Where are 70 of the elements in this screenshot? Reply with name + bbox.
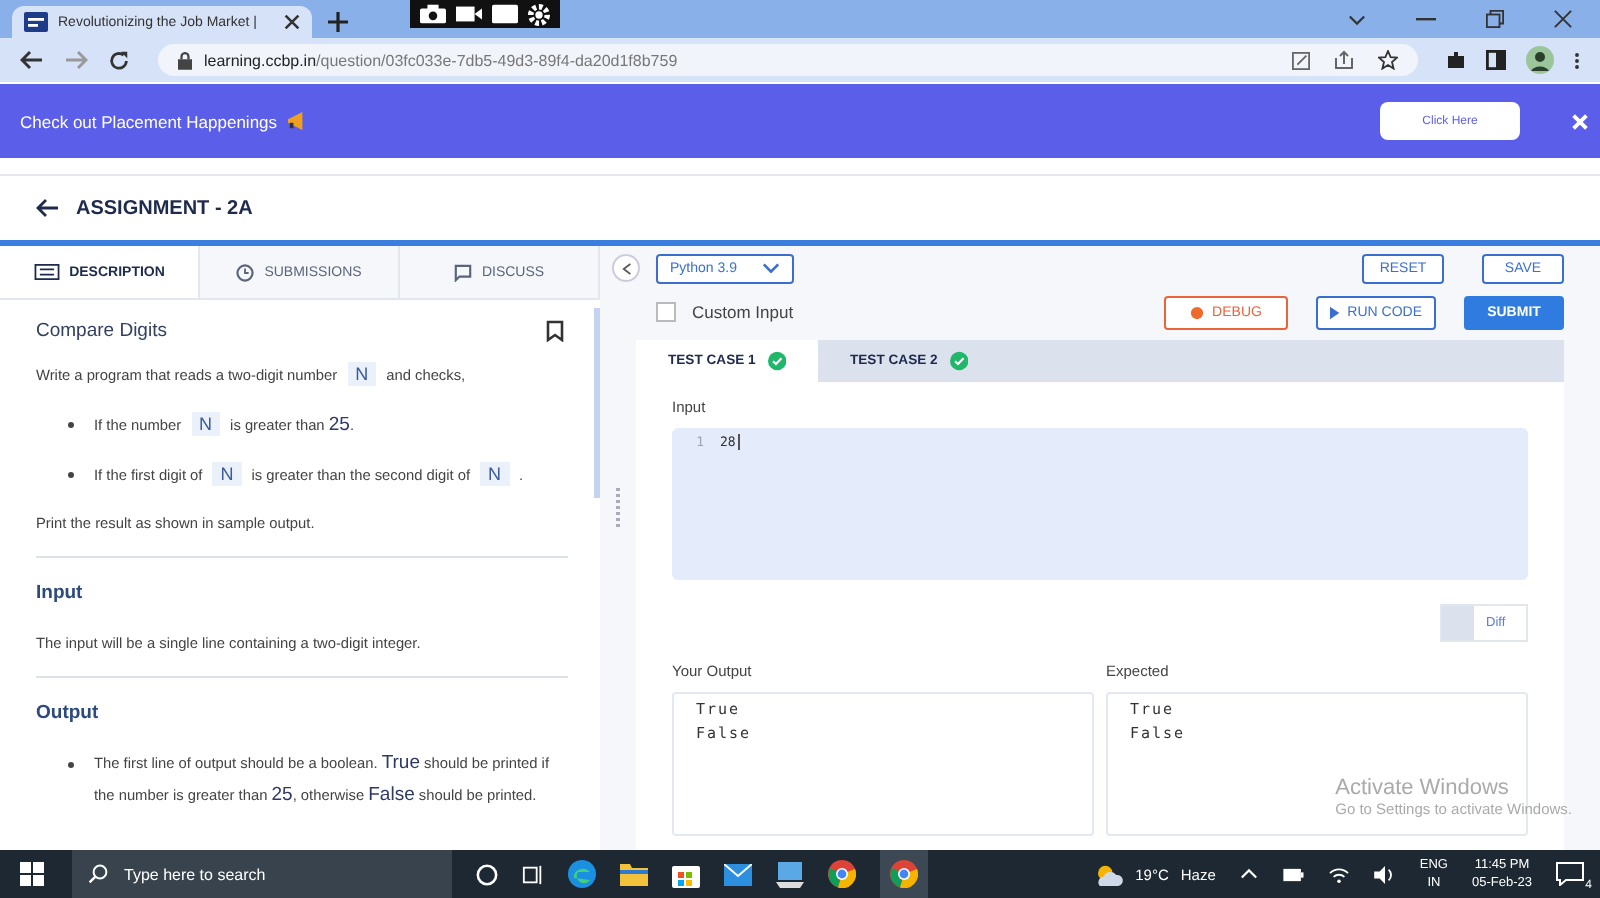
new-tab-icon[interactable]: [328, 12, 348, 32]
window-icon[interactable]: [492, 4, 518, 24]
chevron-down-icon: [762, 262, 780, 274]
bullet-icon: [68, 422, 74, 428]
back-icon[interactable]: [20, 50, 44, 70]
settings-icon[interactable]: [528, 3, 550, 25]
check-icon: [949, 350, 968, 372]
chevron-up-icon[interactable]: [1239, 868, 1258, 880]
lock-icon: [178, 51, 192, 69]
side-panel-icon[interactable]: [1486, 50, 1506, 70]
store-icon[interactable]: [672, 860, 700, 888]
chrome-icon[interactable]: [828, 860, 856, 888]
close-icon[interactable]: [1554, 10, 1572, 28]
chevron-left-icon: [621, 261, 631, 275]
drag-handle-icon[interactable]: [616, 488, 620, 528]
avatar-icon[interactable]: [1526, 46, 1554, 74]
assignment-title: ASSIGNMENT - 2A: [76, 197, 253, 219]
edge-icon[interactable]: [568, 860, 596, 888]
banner-text: Check out Placement Happenings: [20, 111, 278, 131]
bug-dot-icon: [1190, 305, 1205, 319]
windows-start-icon[interactable]: [20, 862, 44, 886]
document-icon: [33, 264, 60, 280]
camera-icon[interactable]: [420, 4, 446, 24]
code-chip: N: [191, 412, 221, 436]
code-chip: N: [212, 462, 242, 486]
chrome-icon[interactable]: [890, 860, 918, 888]
cortana-icon[interactable]: [476, 863, 498, 885]
folder-icon[interactable]: [620, 862, 648, 886]
section-heading: Output: [36, 702, 101, 724]
reload-icon[interactable]: [108, 49, 130, 71]
weather-icon: [1093, 863, 1124, 885]
taskbar-search-field[interactable]: Type here to search: [72, 850, 452, 898]
open-external-icon[interactable]: [1292, 51, 1310, 69]
puzzle-icon[interactable]: [1446, 50, 1466, 70]
star-icon[interactable]: [1378, 50, 1398, 70]
video-icon[interactable]: [456, 4, 482, 24]
wifi-icon[interactable]: [1327, 865, 1350, 883]
bookmark-icon[interactable]: [546, 320, 564, 342]
activation-title: Activate Windows: [1335, 776, 1511, 800]
bullet-icon: [68, 472, 74, 478]
site-logo-icon: [24, 12, 48, 32]
code-chip: N: [347, 362, 377, 386]
section-heading: Input: [36, 582, 85, 604]
url-text: learning.ccbp.in/question/03fc033e-7db5-49d3-89f4-da20d1f8b759: [204, 51, 678, 69]
task-view-icon[interactable]: [522, 863, 544, 885]
check-icon: [767, 350, 786, 372]
bullet-icon: [68, 762, 74, 768]
notification-icon[interactable]: [1556, 862, 1584, 886]
checkbox[interactable]: [656, 302, 676, 322]
megaphone-icon: [285, 112, 308, 130]
code-chip: N: [480, 462, 510, 486]
chevron-down-icon[interactable]: [1348, 13, 1366, 25]
close-icon[interactable]: [284, 14, 300, 30]
mail-icon[interactable]: [724, 863, 752, 885]
speaker-icon[interactable]: [1373, 865, 1396, 883]
battery-icon[interactable]: [1281, 867, 1304, 881]
computer-icon[interactable]: [776, 861, 804, 887]
back-arrow-icon[interactable]: [36, 198, 60, 218]
address-field[interactable]: learning.ccbp.in/question/03fc033e-7db5-49d3-89f4-da20d1f8b759: [158, 44, 1418, 76]
share-icon[interactable]: [1334, 50, 1354, 70]
chat-icon: [453, 263, 472, 281]
minimize-icon[interactable]: [1416, 17, 1436, 21]
menu-icon[interactable]: [1574, 49, 1580, 71]
search-icon: [88, 864, 108, 884]
restore-icon[interactable]: [1486, 10, 1504, 28]
clock-icon: [236, 263, 255, 281]
custom-input-label: Custom Input: [692, 302, 794, 322]
collapse-button[interactable]: [612, 254, 640, 282]
play-icon: [1330, 305, 1340, 319]
problem-title: Compare Digits: [36, 320, 167, 342]
